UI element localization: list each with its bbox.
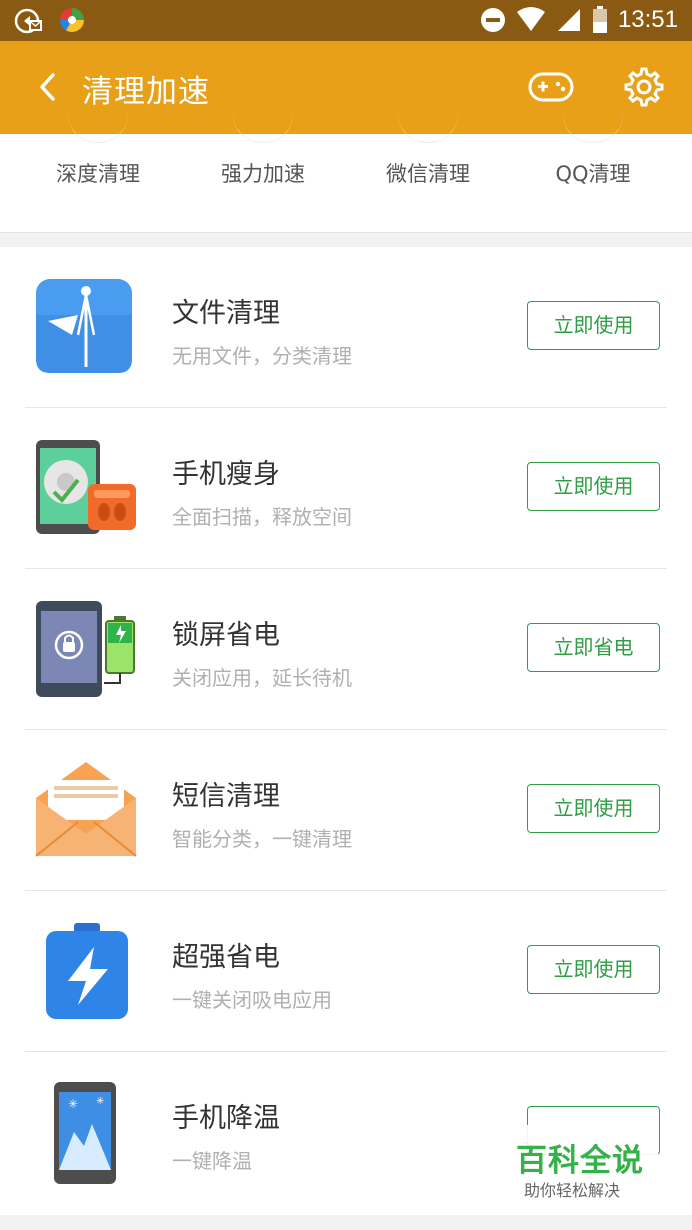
tool-name: 超强省电: [172, 942, 280, 973]
quick-actions: 深度清理 强力加速 微信清理 QQ清理: [0, 134, 692, 233]
status-bar: 13:51: [0, 0, 692, 41]
color-wheel-icon: [59, 8, 84, 33]
list-item[interactable]: 锁屏省电 关闭应用，延长待机 立即省电: [0, 569, 692, 730]
watermark: 百科全说 助你轻松解决: [498, 1125, 658, 1203]
quick-action-wechat-clean[interactable]: 微信清理: [353, 158, 503, 188]
save-power-button[interactable]: 立即省电: [527, 623, 660, 672]
tool-desc: 一键降温: [172, 1149, 252, 1173]
list-item[interactable]: 超强省电 一键关闭吸电应用 立即使用: [0, 891, 692, 1052]
lock-battery-icon: [36, 601, 135, 697]
quick-action-qq-clean[interactable]: QQ清理: [518, 158, 668, 188]
watermark-title: 百科全说: [516, 1143, 644, 1179]
use-now-button[interactable]: 立即使用: [527, 301, 660, 350]
back-icon[interactable]: [30, 69, 66, 105]
envelope-icon: [35, 762, 137, 857]
tool-name: 短信清理: [172, 781, 280, 812]
wifi-icon: [516, 7, 545, 31]
tool-desc: 一键关闭吸电应用: [172, 988, 332, 1012]
use-now-button[interactable]: 立即使用: [527, 945, 660, 994]
svg-text:✳: ✳: [68, 1097, 78, 1111]
tool-desc: 全面扫描，释放空间: [172, 505, 352, 529]
signal-icon: [557, 9, 580, 31]
tool-desc: 关闭应用，延长待机: [172, 666, 352, 690]
use-now-button[interactable]: 立即使用: [527, 462, 660, 511]
battery-icon: [592, 6, 607, 33]
phone-cool-icon: ✳ ✳: [54, 1082, 116, 1184]
tool-name: 手机瘦身: [172, 459, 280, 490]
svg-text:✳: ✳: [96, 1096, 104, 1107]
tool-name: 文件清理: [172, 298, 280, 329]
tool-name: 锁屏省电: [172, 620, 280, 651]
do-not-disturb-icon: [480, 8, 505, 32]
tool-desc: 无用文件，分类清理: [172, 344, 352, 368]
quick-icon-partial: [68, 114, 128, 143]
tool-list: 文件清理 无用文件，分类清理 立即使用 手机瘦身 全面扫描，释放空间 立即使用: [0, 247, 692, 1215]
notification-icon: [14, 8, 42, 34]
gamepad-icon[interactable]: [528, 69, 574, 105]
phone-slim-icon: [36, 440, 136, 534]
tool-name: 手机降温: [172, 1103, 280, 1134]
battery-bolt-icon: [46, 923, 128, 1019]
use-now-button[interactable]: 立即使用: [527, 784, 660, 833]
quick-icon-partial: [563, 114, 623, 143]
watermark-subtitle: 助你轻松解决: [524, 1181, 621, 1200]
folder-icon: [36, 279, 132, 373]
bottom-strip: [0, 1215, 692, 1230]
quick-icon-partial: [398, 114, 458, 143]
gear-icon[interactable]: [624, 67, 664, 107]
list-item[interactable]: 文件清理 无用文件，分类清理 立即使用: [0, 247, 692, 408]
quick-icon-partial: [233, 114, 293, 143]
page-title: 清理加速: [82, 74, 210, 110]
tool-desc: 智能分类，一键清理: [172, 827, 352, 851]
quick-action-deep-clean[interactable]: 深度清理: [23, 158, 173, 188]
list-item[interactable]: 短信清理 智能分类，一键清理 立即使用: [0, 730, 692, 891]
status-time: 13:51: [617, 6, 678, 33]
quick-action-boost[interactable]: 强力加速: [188, 158, 338, 188]
list-item[interactable]: 手机瘦身 全面扫描，释放空间 立即使用: [0, 408, 692, 569]
